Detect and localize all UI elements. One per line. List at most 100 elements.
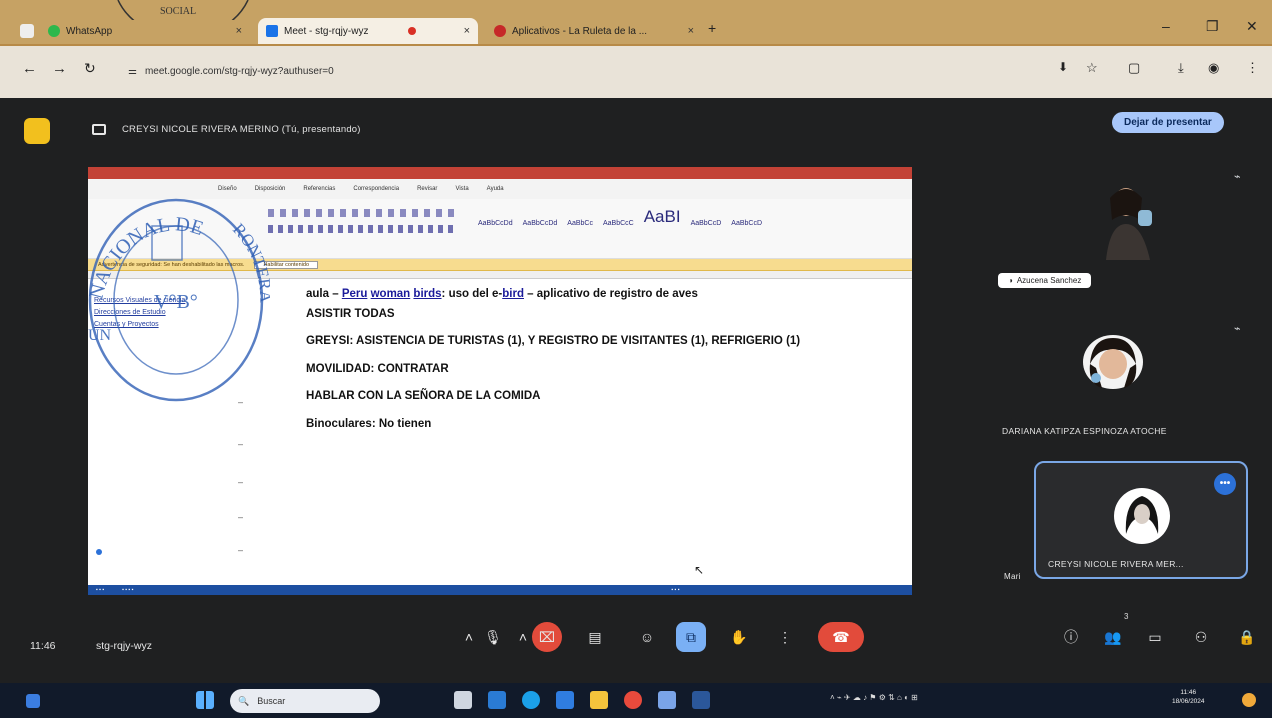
enable-content-button[interactable]: Habilitar contenido xyxy=(254,260,319,269)
raise-hand-icon[interactable]: ✋ xyxy=(724,622,754,652)
mic-off-icon: ⌁ xyxy=(1234,323,1241,335)
menu-icon[interactable]: ⋮ xyxy=(1246,60,1259,76)
chrome-icon[interactable] xyxy=(624,691,642,709)
ribbon-tabs: Diseño Disposición Referencias Correspon… xyxy=(88,179,912,199)
widgets-icon[interactable] xyxy=(26,694,40,708)
activities-icon[interactable]: ⚇ xyxy=(1186,622,1216,652)
download-icon[interactable]: ⬇ xyxy=(1058,60,1068,74)
maximize-button[interactable]: ❐ xyxy=(1206,18,1219,35)
participant-video-azucena[interactable] xyxy=(1096,180,1160,260)
paragraph-toolbar[interactable] xyxy=(268,225,458,233)
doc-line-3: GREYSI: ASISTENCIA DE TURISTAS (1), Y RE… xyxy=(306,335,801,348)
nav-link[interactable]: Direcciones de Estudio xyxy=(94,309,166,316)
store-icon[interactable] xyxy=(556,691,574,709)
meet-icon xyxy=(266,25,278,37)
forward-icon[interactable]: → xyxy=(52,60,67,77)
style-item[interactable]: AaBbCcDd xyxy=(478,220,513,227)
style-item[interactable]: AaBbCcDd xyxy=(523,220,558,227)
mouse-cursor-icon: ↖ xyxy=(694,563,705,577)
mic-off-icon: ◑ xyxy=(1008,276,1013,285)
self-avatar xyxy=(1114,488,1170,544)
star-icon[interactable]: ☆ xyxy=(1086,60,1098,76)
participant-avatar-dariana[interactable] xyxy=(1082,334,1144,390)
tab-whatsapp[interactable]: WhatsApp × xyxy=(40,18,250,44)
participant-name-extra: Mari xyxy=(1004,572,1021,581)
tab-aplicativos[interactable]: Aplicativos - La Ruleta de la ... × xyxy=(486,18,702,44)
extensions-icon[interactable]: ▢ xyxy=(1128,60,1140,76)
nav-link[interactable]: Cuentas y Proyectos xyxy=(94,321,159,328)
style-item[interactable]: AaBbCc xyxy=(567,220,593,227)
leave-call-button[interactable]: ☎ xyxy=(818,622,864,652)
address-bar-row: ← → ↻ ⚌ meet.google.com/stg-rqjy-wyz?aut… xyxy=(0,46,1272,98)
reload-icon[interactable]: ↻ xyxy=(84,60,96,77)
meeting-time: 11:46 xyxy=(30,640,56,652)
start-icon[interactable] xyxy=(196,691,214,709)
paint-icon[interactable] xyxy=(658,691,676,709)
participant-name-self: CREYSI NICOLE RIVERA MER... xyxy=(1048,559,1184,569)
downloads-icon[interactable]: ⤓ xyxy=(1178,60,1184,76)
close-window-button[interactable]: ✕ xyxy=(1246,18,1258,35)
outline-marker: – xyxy=(238,512,244,522)
meeting-details-icon[interactable]: ⓘ xyxy=(1056,622,1086,652)
ribbon-tab[interactable]: Ayuda xyxy=(487,186,504,192)
task-view-icon[interactable] xyxy=(454,691,472,709)
mic-off-icon: ⌁ xyxy=(1234,171,1241,183)
url-field[interactable]: ⚌ meet.google.com/stg-rqjy-wyz?authuser=… xyxy=(128,59,648,83)
people-icon[interactable]: 👥 xyxy=(1098,622,1128,652)
style-item[interactable]: AaBbCcD xyxy=(691,220,722,227)
nav-link[interactable]: Recursos Visuales de ciencia xyxy=(94,297,185,304)
word-icon[interactable] xyxy=(692,691,710,709)
back-icon[interactable]: ← xyxy=(22,60,37,77)
tray-icons[interactable]: ˄ ⌁ ✈ ☁ ♪ ⚑ ⚙ ⇅ ⌂ ◐ ⊞ xyxy=(830,693,918,702)
taskbar-clock[interactable]: 11:46 18/06/2024 xyxy=(1172,689,1205,707)
ribbon-tab[interactable]: Correspondencia xyxy=(353,186,399,192)
notification-icon[interactable] xyxy=(1242,693,1256,707)
more-options-icon[interactable]: ••• xyxy=(1214,473,1236,495)
tab-meet[interactable]: Meet - stg-rqjy-wyz × xyxy=(258,18,478,44)
recording-icon xyxy=(408,27,417,35)
stamp-top-fragment: SOCIAL xyxy=(117,0,249,20)
edge-icon[interactable] xyxy=(522,691,540,709)
presenting-icon xyxy=(92,124,106,135)
tab-close-icon[interactable]: × xyxy=(688,25,694,37)
ribbon-tab[interactable]: Diseño xyxy=(218,186,237,192)
more-options-button[interactable]: ⋮ xyxy=(770,622,800,652)
site-info-icon[interactable]: ⚌ xyxy=(128,66,137,77)
ribbon-tab[interactable]: Referencias xyxy=(303,186,335,192)
emoji-icon[interactable]: ☺ xyxy=(632,622,662,652)
host-controls-icon[interactable]: 🔒 xyxy=(1232,622,1262,652)
style-item[interactable]: AaBbCcD xyxy=(731,220,762,227)
teams-icon[interactable] xyxy=(488,691,506,709)
camera-off-button[interactable]: ⌧ xyxy=(532,622,562,652)
ruler xyxy=(88,271,912,279)
tab-label: Aplicativos - La Ruleta de la ... xyxy=(512,25,648,37)
ribbon-tab[interactable]: Revisar xyxy=(417,186,437,192)
document-body[interactable]: aula – Peru woman birds: uso del e-bird … xyxy=(306,287,866,444)
tab-search-button[interactable] xyxy=(20,24,34,38)
doc-line-4: MOVILIDAD: CONTRATAR xyxy=(306,362,449,375)
minimize-button[interactable]: – xyxy=(1162,18,1170,34)
chat-icon[interactable]: ▭ xyxy=(1140,622,1170,652)
participant-name-dariana: DARIANA KATIPZA ESPINOZA ATOCHE xyxy=(1002,426,1167,436)
new-tab-button[interactable]: + xyxy=(708,20,716,36)
font-toolbar[interactable] xyxy=(268,209,458,217)
style-item[interactable]: AaBI xyxy=(644,207,681,227)
file-explorer-icon[interactable] xyxy=(590,691,608,709)
word-title-bar xyxy=(88,167,912,179)
navigation-pane: Recursos Visuales de ciencia Direcciones… xyxy=(88,279,238,569)
captions-icon[interactable]: ▤ xyxy=(580,622,610,652)
ribbon-tab[interactable]: Vista xyxy=(455,186,468,192)
macro-warning-bar: Advertencia de seguridad: Se han deshabi… xyxy=(88,259,912,271)
taskbar-search[interactable]: 🔍 Buscar xyxy=(230,689,380,713)
microphone-icon[interactable]: 🎙 xyxy=(478,622,508,652)
styles-gallery[interactable]: AaBbCcDd AaBbCcDd AaBbCc AaBbCcC AaBI Aa… xyxy=(478,207,762,227)
stop-presenting-button[interactable]: Dejar de presentar xyxy=(1112,112,1224,133)
tab-close-icon[interactable]: × xyxy=(236,25,242,37)
present-screen-button[interactable]: ⧉ xyxy=(676,622,706,652)
style-item[interactable]: AaBbCcC xyxy=(603,220,634,227)
profile-icon[interactable]: ◉ xyxy=(1208,60,1219,76)
ribbon-tab[interactable]: Disposición xyxy=(255,186,286,192)
tab-close-icon[interactable]: × xyxy=(464,25,470,37)
meet-app-icon[interactable] xyxy=(24,118,50,144)
outline-marker: – xyxy=(238,477,244,487)
